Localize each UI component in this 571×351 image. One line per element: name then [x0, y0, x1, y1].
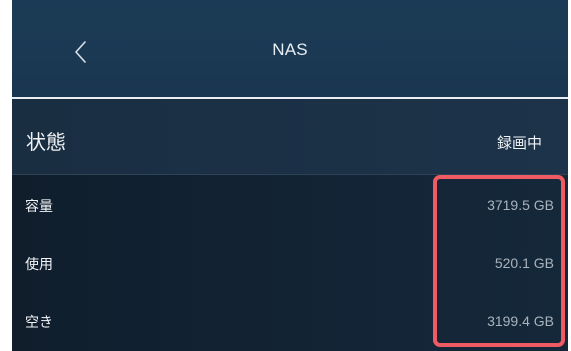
free-value: 3199.4 GB — [487, 313, 554, 329]
free-label: 空き — [25, 315, 53, 331]
status-value: 録画中 — [496, 134, 542, 152]
used-label: 使用 — [25, 257, 53, 273]
used-value: 520.1 GB — [494, 255, 554, 271]
used-row: 使用 520.1 GB — [12, 233, 568, 291]
page-title: NAS — [272, 40, 308, 59]
status-row: 状態 録画中 — [12, 99, 568, 175]
free-row: 空き 3199.4 GB — [12, 291, 568, 349]
capacity-label: 容量 — [25, 199, 53, 215]
storage-info-list: 容量 3719.5 GB 使用 520.1 GB 空き 3199.4 GB — [12, 175, 568, 351]
capacity-row: 容量 3719.5 GB — [12, 175, 568, 233]
status-label: 状態 — [26, 130, 66, 154]
nas-screen: NAS 状態 録画中 容量 3719.5 GB 使用 520.1 GB 空き 3… — [12, 0, 568, 351]
nav-header: NAS — [12, 0, 568, 97]
capacity-value: 3719.5 GB — [487, 197, 554, 213]
